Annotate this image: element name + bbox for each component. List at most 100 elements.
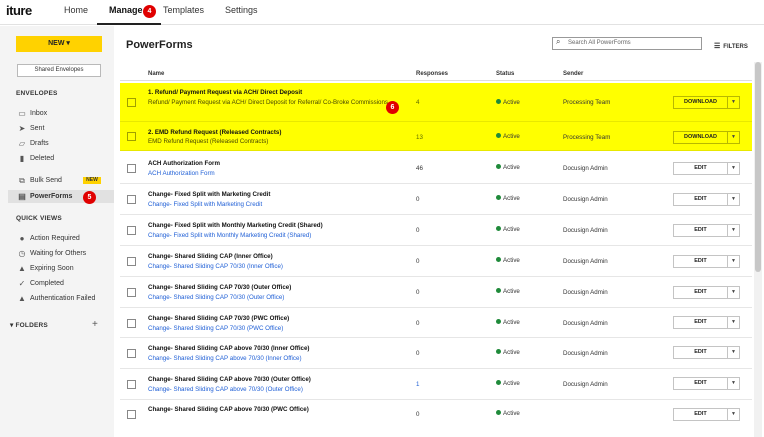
sidebar-item-inbox[interactable]: ▭ Inbox <box>8 107 114 120</box>
sidebar-item-deleted[interactable]: ▮ Deleted <box>8 152 114 165</box>
folders-heading[interactable]: ▾ FOLDERS <box>10 321 48 329</box>
row-menu-caret[interactable]: ▼ <box>727 131 740 144</box>
row-description[interactable]: Change- Shared Sliding CAP 70/30 (Outer … <box>148 293 393 302</box>
table-row[interactable]: 2. EMD Refund Request (Released Contract… <box>120 122 752 151</box>
row-checkbox[interactable] <box>127 319 136 328</box>
sidebar-item-completed[interactable]: ✓ Completed <box>8 277 114 290</box>
row-checkbox[interactable] <box>127 164 136 173</box>
row-checkbox[interactable] <box>127 410 136 419</box>
sidebar-item-sent[interactable]: ➤ Sent <box>8 122 114 135</box>
row-checkbox[interactable] <box>127 288 136 297</box>
sidebar-item-action-required[interactable]: ● Action Required <box>8 232 114 245</box>
row-description[interactable]: Change- Shared Sliding CAP 70/30 (PWC Of… <box>148 324 393 333</box>
chevron-down-icon: ▼ <box>731 165 736 171</box>
table-row[interactable]: Change- Shared Sliding CAP 70/30 (PWC Of… <box>120 308 752 338</box>
row-checkbox[interactable] <box>127 226 136 235</box>
row-description[interactable]: Change- Fixed Split with Monthly Marketi… <box>148 231 393 240</box>
row-sender: Docusign Admin <box>563 258 608 265</box>
row-name[interactable]: ACH Authorization Form <box>148 160 220 167</box>
row-responses[interactable]: 1 <box>416 381 419 388</box>
row-responses[interactable]: 13 <box>416 134 423 141</box>
sidebar-item-expiring-soon[interactable]: ▲ Expiring Soon <box>8 262 114 275</box>
row-menu-caret[interactable]: ▼ <box>727 255 740 268</box>
active-status-icon <box>496 410 501 415</box>
check-icon: ✓ <box>18 279 26 288</box>
row-name[interactable]: Change- Shared Sliding CAP (Inner Office… <box>148 253 273 260</box>
row-checkbox[interactable] <box>127 98 136 107</box>
row-responses: 46 <box>416 165 423 172</box>
sidebar-item-bulk-send[interactable]: ⧉ Bulk Send NEW <box>8 174 114 187</box>
row-description[interactable]: Change- Shared Sliding CAP above 70/30 (… <box>148 354 393 363</box>
row-responses[interactable]: 4 <box>416 99 419 106</box>
row-name[interactable]: Change- Shared Sliding CAP 70/30 (PWC Of… <box>148 315 289 322</box>
sidebar-item-powerforms[interactable]: ▤ PowerForms <box>8 190 114 203</box>
row-name[interactable]: Change- Shared Sliding CAP 70/30 (Outer … <box>148 284 291 291</box>
row-checkbox[interactable] <box>127 257 136 266</box>
edit-button[interactable]: EDIT <box>673 193 728 206</box>
edit-button[interactable]: EDIT <box>673 286 728 299</box>
column-header-responses[interactable]: Responses <box>416 71 448 77</box>
row-description[interactable]: Change- Fixed Split with Marketing Credi… <box>148 200 393 209</box>
table-row[interactable]: Change- Shared Sliding CAP 70/30 (Outer … <box>120 277 752 308</box>
column-header-sender[interactable]: Sender <box>563 71 583 77</box>
column-header-name[interactable]: Name <box>148 71 164 77</box>
row-menu-caret[interactable]: ▼ <box>727 408 740 421</box>
row-description[interactable]: Change- Shared Sliding CAP 70/30 (Inner … <box>148 262 393 271</box>
row-description[interactable]: ACH Authorization Form <box>148 169 393 178</box>
search-input[interactable]: ⌕ Search All PowerForms <box>552 37 702 50</box>
table-row[interactable]: Change- Shared Sliding CAP above 70/30 (… <box>120 400 752 437</box>
row-menu-caret[interactable]: ▼ <box>727 96 740 109</box>
new-button[interactable]: NEW ▾ <box>16 36 102 52</box>
warning-icon: ▲ <box>18 294 26 303</box>
row-menu-caret[interactable]: ▼ <box>727 162 740 175</box>
table-row[interactable]: Change- Shared Sliding CAP above 70/30 (… <box>120 369 752 400</box>
row-name[interactable]: Change- Shared Sliding CAP above 70/30 (… <box>148 345 310 352</box>
table-row[interactable]: ACH Authorization Form ACH Authorization… <box>120 153 752 184</box>
row-checkbox[interactable] <box>127 349 136 358</box>
row-name[interactable]: 1. Refund/ Payment Request via ACH/ Dire… <box>148 89 302 96</box>
row-menu-caret[interactable]: ▼ <box>727 224 740 237</box>
tab-home[interactable]: Home <box>64 5 88 25</box>
row-checkbox[interactable] <box>127 195 136 204</box>
table-row[interactable]: Change- Fixed Split with Monthly Marketi… <box>120 215 752 246</box>
row-name[interactable]: Change- Shared Sliding CAP above 70/30 (… <box>148 376 311 383</box>
row-menu-caret[interactable]: ▼ <box>727 377 740 390</box>
table-row[interactable]: Change- Fixed Split with Marketing Credi… <box>120 184 752 215</box>
row-menu-caret[interactable]: ▼ <box>727 346 740 359</box>
sidebar-item-drafts[interactable]: ▱ Drafts <box>8 137 114 150</box>
tab-templates[interactable]: Templates <box>163 5 204 25</box>
edit-button[interactable]: EDIT <box>673 346 728 359</box>
row-menu-caret[interactable]: ▼ <box>727 193 740 206</box>
row-menu-caret[interactable]: ▼ <box>727 286 740 299</box>
row-description[interactable]: Change- Shared Sliding CAP above 70/30 (… <box>148 385 393 394</box>
sidebar-item-authentication-failed[interactable]: ▲ Authentication Failed <box>8 292 114 305</box>
row-description[interactable]: EMD Refund Request (Released Contracts) <box>148 137 393 146</box>
row-name[interactable]: 2. EMD Refund Request (Released Contract… <box>148 129 281 136</box>
row-name[interactable]: Change- Fixed Split with Marketing Credi… <box>148 191 270 198</box>
row-checkbox[interactable] <box>127 380 136 389</box>
filters-button[interactable]: ☰ FILTERS <box>714 42 748 50</box>
edit-button[interactable]: EDIT <box>673 316 728 329</box>
table-row[interactable]: 1. Refund/ Payment Request via ACH/ Dire… <box>120 83 752 122</box>
edit-button[interactable]: EDIT <box>673 408 728 421</box>
row-responses: 0 <box>416 320 420 327</box>
download-button[interactable]: DOWNLOAD <box>673 96 728 109</box>
row-menu-caret[interactable]: ▼ <box>727 316 740 329</box>
row-name[interactable]: Change- Fixed Split with Monthly Marketi… <box>148 222 323 229</box>
table-row[interactable]: Change- Shared Sliding CAP above 70/30 (… <box>120 338 752 369</box>
row-checkbox[interactable] <box>127 132 136 141</box>
tab-settings[interactable]: Settings <box>225 5 258 25</box>
edit-button[interactable]: EDIT <box>673 162 728 175</box>
sidebar-item-waiting-for-others[interactable]: ◷ Waiting for Others <box>8 247 114 260</box>
table-row[interactable]: Change- Shared Sliding CAP (Inner Office… <box>120 246 752 277</box>
edit-button[interactable]: EDIT <box>673 255 728 268</box>
column-header-status[interactable]: Status <box>496 71 514 77</box>
add-folder-icon[interactable]: + <box>92 319 98 330</box>
shared-envelopes-button[interactable]: Shared Envelopes <box>17 64 101 77</box>
edit-button[interactable]: EDIT <box>673 377 728 390</box>
edit-button[interactable]: EDIT <box>673 224 728 237</box>
download-button[interactable]: DOWNLOAD <box>673 131 728 144</box>
row-description[interactable]: Refund/ Payment Request via ACH/ Direct … <box>148 98 393 107</box>
scrollbar-thumb[interactable] <box>755 62 761 272</box>
row-name[interactable]: Change- Shared Sliding CAP above 70/30 (… <box>148 406 309 413</box>
